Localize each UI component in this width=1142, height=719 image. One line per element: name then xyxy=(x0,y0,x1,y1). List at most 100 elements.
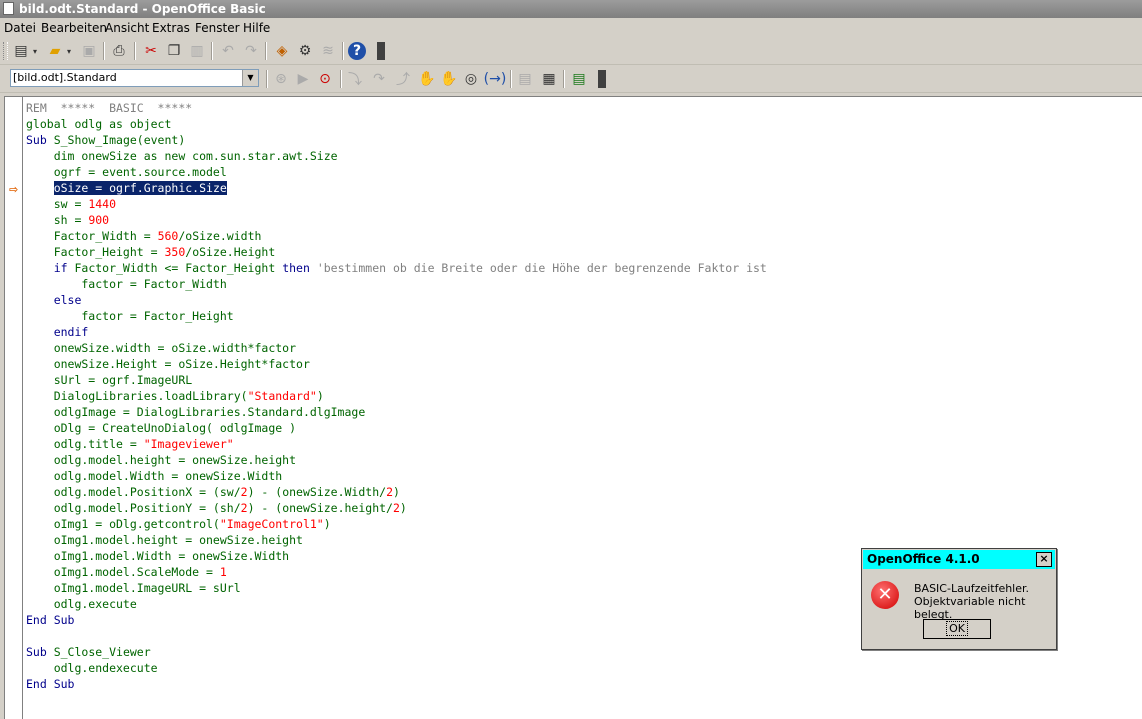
chevron-down-icon[interactable]: ▼ xyxy=(242,70,258,86)
code-line[interactable]: odlg.endexecute xyxy=(26,660,767,676)
code-line[interactable]: odlg.model.PositionY = (sh/2) - (onewSiz… xyxy=(26,500,767,516)
code-line[interactable]: Sub S_Close_Viewer xyxy=(26,644,767,660)
object-catalog-icon[interactable]: ▤ xyxy=(514,68,536,90)
find-parentheses-icon[interactable]: (→) xyxy=(484,68,507,90)
code-line[interactable]: DialogLibraries.loadLibrary("Standard") xyxy=(26,388,767,404)
code-line[interactable]: endif xyxy=(26,324,767,340)
code-line[interactable]: oImg1.model.Width = onewSize.Width xyxy=(26,548,767,564)
code-line[interactable] xyxy=(26,628,767,644)
code-token: odlg.model.PositionX = (sw/ xyxy=(26,485,241,499)
code-line[interactable]: sh = 900 xyxy=(26,212,767,228)
code-token: Factor_Width <= Factor_Height xyxy=(74,261,283,275)
code-line[interactable]: if Factor_Width <= Factor_Height then 'b… xyxy=(26,260,767,276)
code-line[interactable]: oSize = ogrf.Graphic.Size xyxy=(26,180,767,196)
code-line[interactable]: Factor_Height = 350/oSize.Height xyxy=(26,244,767,260)
open-dropdown-icon[interactable]: ▾ xyxy=(64,40,74,62)
code-line[interactable]: End Sub xyxy=(26,612,767,628)
ok-button-label: OK xyxy=(946,621,968,636)
ok-button[interactable]: OK xyxy=(923,619,991,639)
code-line[interactable]: global odlg as object xyxy=(26,116,767,132)
remove-icon[interactable]: ≋ xyxy=(317,40,339,62)
code-token: "ImageControl1" xyxy=(219,517,324,531)
toolbar-separator xyxy=(211,42,213,60)
code-line[interactable]: odlg.title = "Imageviewer" xyxy=(26,436,767,452)
toolbar-grip[interactable] xyxy=(3,42,8,60)
code-line[interactable]: odlgImage = DialogLibraries.Standard.dlg… xyxy=(26,404,767,420)
redo-icon[interactable]: ↷ xyxy=(240,40,262,62)
code-line[interactable]: oImg1.model.ScaleMode = 1 xyxy=(26,564,767,580)
code-token: DialogLibraries.loadLibrary( xyxy=(26,389,248,403)
breakpoint-gutter[interactable]: ⇨ xyxy=(5,97,23,719)
code-token: odlg.model.PositionY = (sh/ xyxy=(26,501,241,515)
menu-datei[interactable]: Datei xyxy=(4,19,36,37)
menu-fenster[interactable]: Fenster xyxy=(195,19,240,37)
code-line[interactable]: sw = 1440 xyxy=(26,196,767,212)
code-line[interactable]: Factor_Width = 560/oSize.width xyxy=(26,228,767,244)
code-line[interactable]: oDlg = CreateUnoDialog( odlgImage ) xyxy=(26,420,767,436)
code-line[interactable]: odlg.model.PositionX = (sw/2) - (onewSiz… xyxy=(26,484,767,500)
code-line[interactable]: sUrl = ogrf.ImageURL xyxy=(26,372,767,388)
stop-icon[interactable]: ⊙ xyxy=(314,68,336,90)
code-line[interactable]: onewSize.width = oSize.width*factor xyxy=(26,340,767,356)
menu-ansicht[interactable]: Ansicht xyxy=(105,19,149,37)
code-token: /oSize.Height xyxy=(185,245,276,259)
step-out-icon[interactable]: ⤴ xyxy=(392,68,414,90)
close-icon[interactable]: × xyxy=(1036,552,1052,567)
code-token: oImg1.model.Width = onewSize.Width xyxy=(26,549,290,563)
macros-icon[interactable]: ▦ xyxy=(538,68,560,90)
code-line[interactable]: else xyxy=(26,292,767,308)
menu-bearbeiten[interactable]: Bearbeiten xyxy=(41,19,107,37)
code-text[interactable]: REM ***** BASIC ***** global odlg as obje… xyxy=(26,100,767,692)
new-document-icon[interactable]: ▤ xyxy=(10,40,32,62)
code-line[interactable]: factor = Factor_Height xyxy=(26,308,767,324)
code-line[interactable]: onewSize.Height = oSize.Height*factor xyxy=(26,356,767,372)
copy-icon[interactable]: ❐ xyxy=(163,40,185,62)
menu-hilfe[interactable]: Hilfe xyxy=(243,19,270,37)
paste-icon[interactable]: ▥ xyxy=(186,40,208,62)
code-token: endif xyxy=(26,325,89,339)
print-icon[interactable]: ⎙ xyxy=(108,40,130,62)
code-line[interactable]: REM ***** BASIC ***** xyxy=(26,100,767,116)
code-line[interactable]: oImg1.model.height = onewSize.height xyxy=(26,532,767,548)
code-line[interactable]: oImg1 = oDlg.getcontrol("ImageControl1") xyxy=(26,516,767,532)
compile-icon[interactable]: ⊛ xyxy=(270,68,292,90)
cut-icon[interactable]: ✂ xyxy=(140,40,162,62)
open-folder-icon[interactable]: ▰ xyxy=(44,40,66,62)
watch-icon[interactable]: ◎ xyxy=(460,68,482,90)
code-token: 350 xyxy=(164,245,186,259)
code-line[interactable]: ogrf = event.source.model xyxy=(26,164,767,180)
dialog-message-line: BASIC-Laufzeitfehler. xyxy=(914,582,1030,595)
library-selector[interactable]: [bild.odt].Standard ▼ xyxy=(10,69,259,87)
code-token: if xyxy=(26,261,75,275)
current-line-arrow-icon: ⇨ xyxy=(9,183,19,196)
select-module-icon[interactable]: ⚙ xyxy=(294,40,316,62)
step-into-icon[interactable]: ⤵ xyxy=(344,68,366,90)
toolbar-separator xyxy=(340,70,342,88)
code-token: onewSize.Height = oSize.Height*factor xyxy=(26,357,310,371)
breakpoint-icon[interactable]: ✋ xyxy=(416,68,438,90)
code-token: odlg.endexecute xyxy=(26,661,158,675)
code-line[interactable]: odlg.model.height = onewSize.height xyxy=(26,452,767,468)
menu-extras[interactable]: Extras xyxy=(152,19,190,37)
manage-breakpoints-icon[interactable]: ✋ xyxy=(438,68,460,90)
toolbar-overflow-icon[interactable] xyxy=(598,70,606,88)
code-line[interactable]: oImg1.model.ImageURL = sUrl xyxy=(26,580,767,596)
code-line[interactable]: dim onewSize as new com.sun.star.awt.Siz… xyxy=(26,148,767,164)
save-icon[interactable]: ▣ xyxy=(78,40,100,62)
help-icon[interactable]: ? xyxy=(348,42,366,60)
code-line[interactable]: odlg.model.Width = onewSize.Width xyxy=(26,468,767,484)
code-line[interactable]: End Sub xyxy=(26,676,767,692)
select-macro-icon[interactable]: ◈ xyxy=(271,40,293,62)
code-line[interactable]: factor = Factor_Width xyxy=(26,276,767,292)
import-basic-icon[interactable]: ▤ xyxy=(568,68,590,90)
toolbar-separator xyxy=(563,70,565,88)
code-line[interactable]: odlg.execute xyxy=(26,596,767,612)
run-icon[interactable]: ▶ xyxy=(292,68,314,90)
new-dropdown-icon[interactable]: ▾ xyxy=(30,40,40,62)
step-over-icon[interactable]: ↷ xyxy=(368,68,390,90)
undo-icon[interactable]: ↶ xyxy=(217,40,239,62)
code-token: End Sub xyxy=(26,613,75,627)
code-token: sUrl = ogrf.ImageURL xyxy=(26,373,193,387)
code-line[interactable]: Sub S_Show_Image(event) xyxy=(26,132,767,148)
toolbar-overflow-icon[interactable] xyxy=(377,42,385,60)
